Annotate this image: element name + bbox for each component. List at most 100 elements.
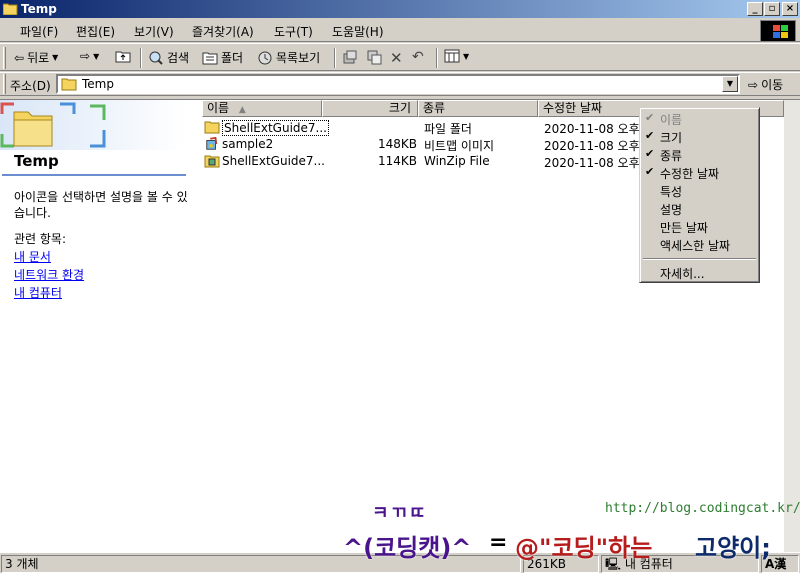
folder-icon [204,121,220,134]
title-underline [2,174,186,176]
copy-to-icon [367,50,382,65]
watermark-url: http://blog.codingcat.kr/ [605,501,800,516]
file-row[interactable]: ShellExtGuide7... 114KB WinZip File 2020… [202,153,655,170]
menu-edit[interactable]: 편집(E) [76,23,115,40]
menu-favorites[interactable]: 즐겨찾기(A) [192,23,254,40]
file-row[interactable]: sample2 148KB 비트맵 이미지 2020-11-08 오후 ... [202,136,655,153]
address-label: 주소(D) [10,79,51,93]
folders-label: 폴더 [221,51,244,65]
chevron-down-icon: ▼ [463,51,470,61]
history-icon [258,51,272,64]
file-type: 파일 폴더 [424,122,472,136]
address-grip[interactable] [3,74,6,94]
undo-icon: ↶ [412,49,424,65]
check-icon: ✔ [645,147,655,160]
menu-item-created[interactable]: 만든 날짜 [660,219,708,236]
file-type: 비트맵 이미지 [424,139,495,153]
check-icon: ✔ [645,129,655,142]
column-name-label: 이름 [207,101,230,115]
menu-separator [643,258,756,260]
go-label: 이동 [761,78,784,92]
check-icon: ✔ [645,165,655,178]
sort-ascending-icon: ▲ [238,105,246,115]
copy-to-button[interactable] [366,49,382,65]
check-icon: ✔ [645,111,655,124]
windows-logo-icon [760,20,796,42]
history-button[interactable]: 목록보기 [257,49,320,66]
go-button[interactable]: ⇨ 이동 [748,76,783,93]
views-button[interactable]: ▼ [444,49,469,63]
menu-item-attributes[interactable]: 특성 [660,183,682,200]
up-folder-icon [115,51,131,63]
delete-button[interactable]: ✕ [390,49,403,67]
move-to-button[interactable] [342,49,358,65]
delete-icon: ✕ [390,49,403,67]
file-size: 148KB [378,137,418,151]
folder-icon [61,78,77,91]
close-button[interactable]: × [782,2,798,16]
folder-description: 아이콘을 선택하면 설명을 볼 수 있습니다. [14,190,188,220]
minimize-button[interactable]: _ [747,2,763,16]
toolbar-grip[interactable] [3,47,6,69]
file-size: 114KB [378,154,418,168]
file-name: sample2 [222,137,274,151]
forward-button[interactable]: ⇨ ▼ [80,49,99,63]
views-icon [444,49,460,63]
folders-button[interactable]: 폴더 [202,49,243,66]
back-label: 뒤로 [27,51,50,65]
folder-title: Temp [14,152,59,170]
file-name: ShellExtGuide7... [222,154,325,168]
menu-help[interactable]: 도움말(H) [332,23,384,40]
watermark-equals: = [489,530,508,555]
column-context-menu: ✔ 이름 ✔ 크기 ✔ 종류 ✔ 수정한 날짜 특성 설명 만든 날짜 액세스한… [639,107,760,283]
search-icon [149,51,163,65]
menu-item-more[interactable]: 자세히... [660,265,705,282]
menu-item-comment[interactable]: 설명 [660,201,682,218]
menu-bar: 파일(F) 편집(E) 보기(V) 즐겨찾기(A) 도구(T) 도움말(H) [0,20,800,42]
window-title: Temp [21,2,57,16]
menu-item-name[interactable]: 이름 [660,111,682,128]
column-name[interactable]: 이름 ▲ [202,100,322,117]
address-value: Temp [82,77,114,91]
watermark-cat-text: 고양이; [695,534,771,562]
back-button[interactable]: ⇦ 뒤로 ▼ [14,49,58,66]
link-my-computer[interactable]: 내 컴퓨터 [14,284,62,301]
column-type[interactable]: 종류 [418,100,538,117]
search-label: 검색 [167,51,190,65]
menu-view[interactable]: 보기(V) [134,23,174,40]
search-button[interactable]: 검색 [148,49,189,66]
move-to-icon [343,50,357,64]
web-view-pane: Temp 아이콘을 선택하면 설명을 볼 수 있습니다. 관련 항목: 내 문서… [0,100,200,553]
chevron-down-icon: ▼ [93,51,100,61]
address-input[interactable]: Temp ▼ [56,74,740,94]
chevron-down-icon: ▼ [52,53,59,62]
watermark-coding: @"코딩"하는 [515,534,653,562]
forward-arrow-icon: ⇨ [80,49,91,63]
go-arrow-icon: ⇨ [748,77,759,92]
menu-tools[interactable]: 도구(T) [274,23,313,40]
menu-item-size[interactable]: 크기 [660,129,682,146]
menu-file[interactable]: 파일(F) [20,23,58,40]
file-row[interactable]: ShellExtGuide7... 파일 폴더 2020-11-08 오후 ..… [202,119,655,136]
folders-icon [202,52,218,64]
restore-button[interactable]: ▫ [764,2,780,16]
file-type: WinZip File [424,154,490,168]
undo-button[interactable]: ↶ [412,49,424,65]
file-name: ShellExtGuide7... [222,120,329,136]
address-dropdown-button[interactable]: ▼ [722,76,738,92]
watermark-small: ㅋㄲㄸ [372,503,428,524]
history-label: 목록보기 [276,51,321,65]
menu-item-modified[interactable]: 수정한 날짜 [660,165,719,182]
menu-item-type[interactable]: 종류 [660,147,682,164]
title-bar[interactable]: Temp _ ▫ × [0,0,800,18]
link-network[interactable]: 네트워크 환경 [14,266,84,283]
up-folder-button[interactable] [115,49,131,63]
link-my-documents[interactable]: 내 문서 [14,248,51,265]
address-bar: 주소(D) Temp ▼ ⇨ 이동 [0,72,800,96]
menu-item-accessed[interactable]: 액세스한 날짜 [660,237,730,254]
vertical-scrollbar[interactable] [784,100,800,553]
folder-icon [3,3,18,15]
column-size[interactable]: 크기 [322,100,418,117]
watermark-cat: ^(코딩캣)^ [343,534,472,562]
back-arrow-icon: ⇦ [14,50,25,65]
